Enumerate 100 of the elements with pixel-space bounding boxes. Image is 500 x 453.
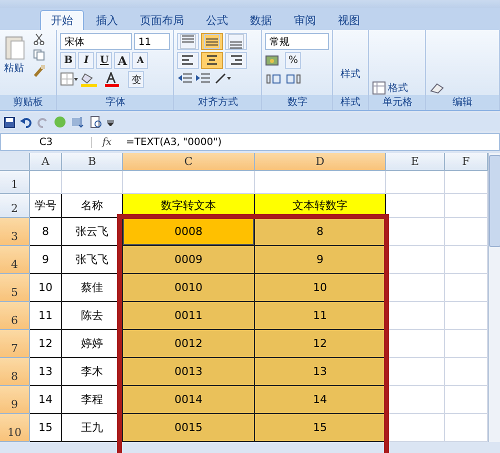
ribbon-tab[interactable]: 视图 [328, 10, 370, 30]
row-header[interactable]: 9 [0, 386, 30, 414]
column-header[interactable]: F [445, 153, 488, 171]
ribbon-tab[interactable]: 数据 [240, 10, 282, 30]
align-right-icon [228, 53, 244, 68]
number-format-field[interactable]: 常规 [265, 33, 330, 50]
align-bottom-icon [228, 34, 244, 49]
group-label: 剪贴板 [0, 95, 56, 110]
column-header[interactable]: B [62, 153, 123, 171]
table-cell [386, 274, 445, 302]
table-cell: 0008 [123, 218, 255, 246]
table-cell: 11 [255, 302, 386, 330]
align-button[interactable] [177, 33, 200, 50]
table-cell [386, 218, 445, 246]
table-cell: 9 [255, 246, 386, 274]
ribbon-tab[interactable]: 页面布局 [130, 10, 194, 30]
format-button[interactable]: 格式 [388, 81, 408, 95]
row-header[interactable]: 10 [0, 414, 30, 442]
percent-button[interactable]: % [285, 52, 302, 69]
column-header[interactable]: A [30, 153, 62, 171]
bold-button[interactable]: B [60, 52, 76, 69]
table-cell [386, 302, 445, 330]
sort-icon[interactable] [71, 116, 85, 128]
table-cell: 0012 [123, 330, 255, 358]
align-button[interactable] [225, 33, 248, 50]
table-cell: 12 [255, 330, 386, 358]
align-top-icon [180, 34, 196, 49]
row-header[interactable]: 8 [0, 358, 30, 386]
table-cell [386, 171, 445, 194]
table-cell: 15 [255, 414, 386, 442]
table-cell: 10 [255, 274, 386, 302]
font-name-field[interactable]: 宋体 [60, 33, 132, 50]
table-cell: 14 [30, 386, 62, 414]
table-cell: 0015 [123, 414, 255, 442]
row-header[interactable]: 5 [0, 274, 30, 302]
group-label: 编辑 [426, 95, 499, 110]
ribbon-tab[interactable]: 公式 [196, 10, 238, 30]
table-cell: 0009 [123, 246, 255, 274]
table-cell [386, 194, 445, 218]
table-cell: 14 [255, 386, 386, 414]
table-cell: 10 [30, 274, 62, 302]
ribbon-tab[interactable]: 审阅 [284, 10, 326, 30]
group-label: 对齐方式 [174, 95, 262, 110]
table-cell: 11 [30, 302, 62, 330]
group-label: 数字 [262, 95, 332, 110]
phonetic-button[interactable]: 变 [128, 71, 144, 88]
table-cell: 15 [30, 414, 62, 442]
name-box[interactable]: C3 [1, 136, 92, 148]
preview-icon[interactable] [90, 116, 102, 128]
scrollbar[interactable] [488, 153, 500, 442]
row-header[interactable]: 2 [0, 194, 30, 218]
orientation-icon[interactable] [213, 71, 234, 86]
undo-icon[interactable] [20, 116, 32, 128]
save-icon[interactable] [4, 116, 15, 128]
table-cell [386, 414, 445, 442]
shrink-font-button[interactable]: A [132, 52, 148, 69]
align-button[interactable] [201, 52, 224, 69]
row-header[interactable]: 4 [0, 246, 30, 274]
row-header[interactable]: 6 [0, 302, 30, 330]
group-label: 样式 [333, 95, 368, 110]
formula-field[interactable]: =TEXT(A3, "0000") [122, 136, 499, 148]
paste-button[interactable]: 粘贴 [4, 61, 24, 75]
format-icon[interactable] [372, 81, 386, 95]
underline-button[interactable]: U [96, 52, 112, 69]
align-button[interactable] [201, 33, 224, 50]
ribbon-tab[interactable]: 开始 [40, 10, 84, 30]
align-button[interactable] [225, 52, 248, 69]
function-icon[interactable]: fx [92, 136, 122, 148]
ribbon-tab[interactable]: 插入 [86, 10, 128, 30]
row-header[interactable]: 3 [0, 218, 30, 246]
column-header[interactable]: E [386, 153, 445, 171]
row-header[interactable]: 1 [0, 171, 30, 194]
table-cell: 0010 [123, 274, 255, 302]
column-header[interactable]: C [123, 153, 255, 171]
row-header[interactable]: 7 [0, 330, 30, 358]
table-cell: 学号 [30, 194, 62, 218]
border-icon[interactable] [60, 72, 78, 87]
table-cell [386, 330, 445, 358]
font-size-field[interactable]: 11 [134, 33, 170, 50]
table-cell: 0011 [123, 302, 255, 330]
table-cell [30, 171, 62, 194]
group-label: 字体 [57, 95, 174, 110]
table-cell [386, 246, 445, 274]
paste-icon[interactable] [3, 35, 25, 61]
group-label: 单元格 [369, 95, 426, 110]
table-cell: 0013 [123, 358, 255, 386]
styles-button[interactable]: 样式 [340, 67, 361, 81]
table-cell [386, 358, 445, 386]
table-cell: 9 [30, 246, 62, 274]
table-cell: 8 [30, 218, 62, 246]
scissors-icon[interactable] [33, 33, 45, 45]
grow-font-button[interactable]: A [114, 52, 130, 69]
column-header[interactable]: D [255, 153, 386, 171]
table-cell [386, 386, 445, 414]
italic-button[interactable]: I [78, 52, 94, 69]
table-cell: 8 [255, 218, 386, 246]
brush-icon[interactable] [33, 65, 45, 77]
align-button[interactable] [177, 52, 200, 69]
copy-icon[interactable] [33, 49, 45, 61]
dropdown-icon[interactable] [107, 118, 114, 126]
